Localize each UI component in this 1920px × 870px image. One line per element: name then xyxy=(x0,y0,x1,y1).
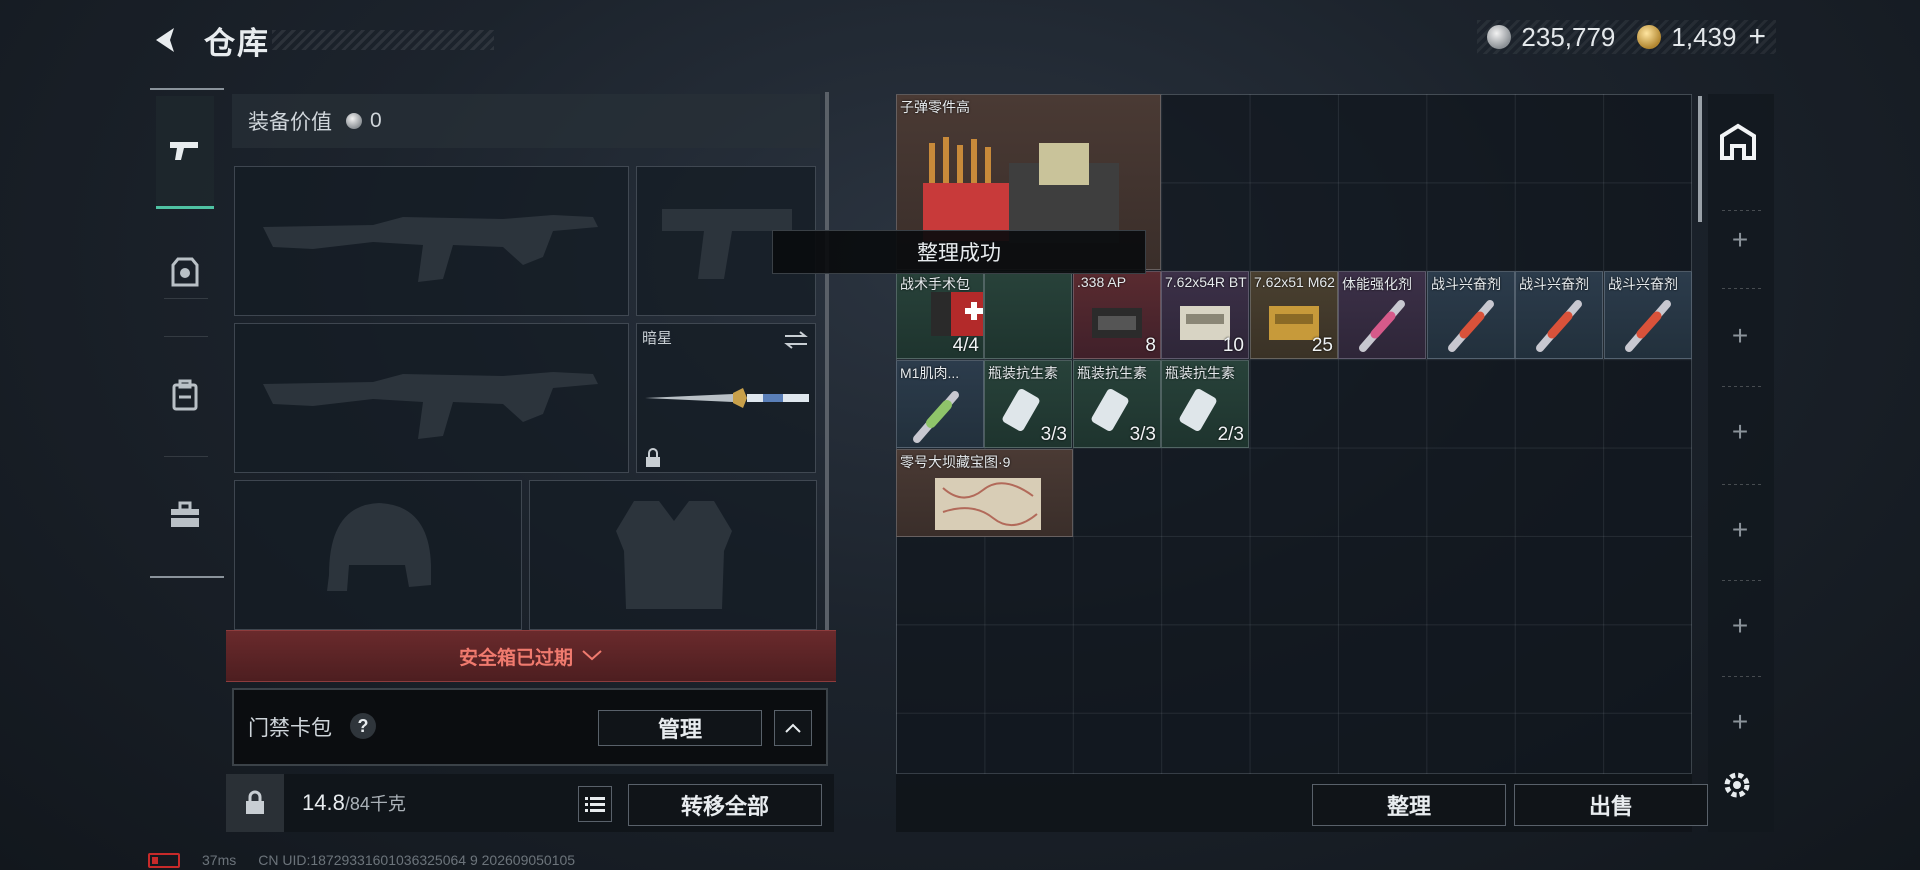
list-icon xyxy=(585,797,605,812)
title-decoration xyxy=(272,30,494,50)
lock-icon xyxy=(646,448,660,467)
injector-icon xyxy=(1536,300,1582,352)
add-page-button[interactable]: + xyxy=(1722,512,1758,548)
silver-coin-icon xyxy=(1487,25,1512,49)
item-antibiotic[interactable]: 瓶装抗生素 3/3 xyxy=(1073,360,1161,448)
gear-icon[interactable] xyxy=(1720,768,1754,802)
weight-current: 14.8 xyxy=(302,790,345,815)
item-surgery-kit[interactable]: 战术手术包 4/4 xyxy=(896,271,984,359)
item-combat-stimulant[interactable]: 战斗兴奋剂 xyxy=(1515,271,1603,359)
helmet-slot[interactable] xyxy=(234,480,522,630)
chevron-down-icon xyxy=(582,650,602,661)
rifle-silhouette-icon xyxy=(263,372,598,439)
padlock-icon xyxy=(246,790,264,814)
item-m1-muscle[interactable]: M1肌肉... xyxy=(896,360,984,448)
item-combat-stimulant[interactable]: 战斗兴奋剂 xyxy=(1427,271,1515,359)
melee-slot[interactable]: 暗星 xyxy=(636,323,816,473)
item-338-ap[interactable]: .338 AP 8 xyxy=(1073,271,1161,359)
injector-icon xyxy=(1625,300,1671,352)
item-surgery-kit-ext[interactable] xyxy=(984,271,1072,359)
item-762x51-m62[interactable]: 7.62x51 M62 25 xyxy=(1250,271,1338,359)
collapse-button[interactable] xyxy=(774,710,812,746)
weight-max: /84千克 xyxy=(344,794,406,814)
keycard-pack-label: 门禁卡包 xyxy=(248,717,332,740)
ping-readout: 37ms xyxy=(202,852,237,868)
armor-icon xyxy=(171,257,199,287)
equipment-value-bar: 装备价值 0 xyxy=(232,94,820,148)
item-antibiotic[interactable]: 瓶装抗生素 2/3 xyxy=(1161,360,1249,448)
swap-icon[interactable] xyxy=(783,330,809,350)
category-nav xyxy=(150,88,224,578)
rifle-silhouette-icon xyxy=(263,215,598,282)
backpack-icon xyxy=(172,379,198,411)
silver-coin-icon xyxy=(346,113,362,129)
transfer-all-button[interactable]: 转移全部 xyxy=(628,784,822,826)
safebox-expired-banner[interactable]: 安全箱已过期 xyxy=(226,630,836,682)
add-page-button[interactable]: + xyxy=(1722,318,1758,354)
nav-armor[interactable] xyxy=(156,218,214,328)
item-antibiotic[interactable]: 瓶装抗生素 3/3 xyxy=(984,360,1072,448)
injector-icon xyxy=(913,391,959,443)
add-currency-button[interactable]: + xyxy=(1748,20,1766,54)
helmet-silhouette-icon xyxy=(327,503,431,591)
equipment-value: 0 xyxy=(370,109,382,132)
nav-case[interactable] xyxy=(156,460,214,570)
safebox-status: 安全箱已过期 xyxy=(458,647,573,669)
item-762x54r-bt[interactable]: 7.62x54R BT 10 xyxy=(1161,271,1249,359)
gold-coin-icon xyxy=(1637,25,1662,49)
equipment-value-label: 装备价值 xyxy=(248,111,332,134)
uid-readout: CN UID:18729331601036325064 9 2026090501… xyxy=(258,852,576,868)
equipment-scrollbar[interactable] xyxy=(825,92,829,632)
gold-amount: 1,439 xyxy=(1671,21,1737,52)
lock-button[interactable] xyxy=(226,774,284,832)
melee-name: 暗星 xyxy=(642,330,673,347)
nav-weapons[interactable] xyxy=(156,96,214,209)
vest-silhouette-icon xyxy=(616,501,732,609)
add-page-button[interactable]: + xyxy=(1722,414,1758,450)
weight-readout: 14.8/84千克 xyxy=(302,790,406,816)
item-stamina-booster[interactable]: 体能强化剂 xyxy=(1338,271,1426,359)
item-treasure-map[interactable]: 零号大坝藏宝图·9 xyxy=(896,449,1073,537)
sell-button[interactable]: 出售 xyxy=(1514,784,1708,826)
help-icon[interactable]: ? xyxy=(350,713,376,739)
secondary-weapon-slot[interactable] xyxy=(234,323,629,473)
add-page-button[interactable]: + xyxy=(1722,222,1758,258)
briefcase-icon xyxy=(171,501,199,527)
medkit-icon xyxy=(931,292,983,336)
silver-amount: 235,779 xyxy=(1521,21,1616,52)
ammo-box-icon xyxy=(1092,308,1142,338)
item-combat-stimulant[interactable]: 战斗兴奋剂 xyxy=(1604,271,1692,359)
battery-icon xyxy=(148,852,180,868)
toast-message: 整理成功 xyxy=(772,230,1146,274)
chevron-up-icon xyxy=(785,723,801,733)
nav-backpack[interactable] xyxy=(156,340,214,450)
currency-bar: 235,779 1,439 + xyxy=(1477,20,1776,54)
manage-button[interactable]: 管理 xyxy=(598,710,762,746)
map-icon xyxy=(935,478,1041,530)
knife-icon xyxy=(645,388,809,408)
add-page-button[interactable]: + xyxy=(1722,608,1758,644)
back-arrow-icon[interactable] xyxy=(148,22,184,58)
storage-scrollbar[interactable] xyxy=(1698,96,1702,222)
injector-icon xyxy=(1448,300,1494,352)
organize-button[interactable]: 整理 xyxy=(1312,784,1506,826)
status-bar: 37ms CN UID:18729331601036325064 9 20260… xyxy=(148,852,575,868)
body-armor-slot[interactable] xyxy=(529,480,817,630)
primary-weapon-slot[interactable] xyxy=(234,166,629,316)
add-page-button[interactable]: + xyxy=(1722,704,1758,740)
list-view-button[interactable] xyxy=(578,786,612,822)
storage-page-icon[interactable] xyxy=(1718,122,1758,162)
pistol-icon xyxy=(170,142,198,160)
page-title: 仓库 xyxy=(204,26,270,61)
injector-icon xyxy=(1359,300,1405,352)
